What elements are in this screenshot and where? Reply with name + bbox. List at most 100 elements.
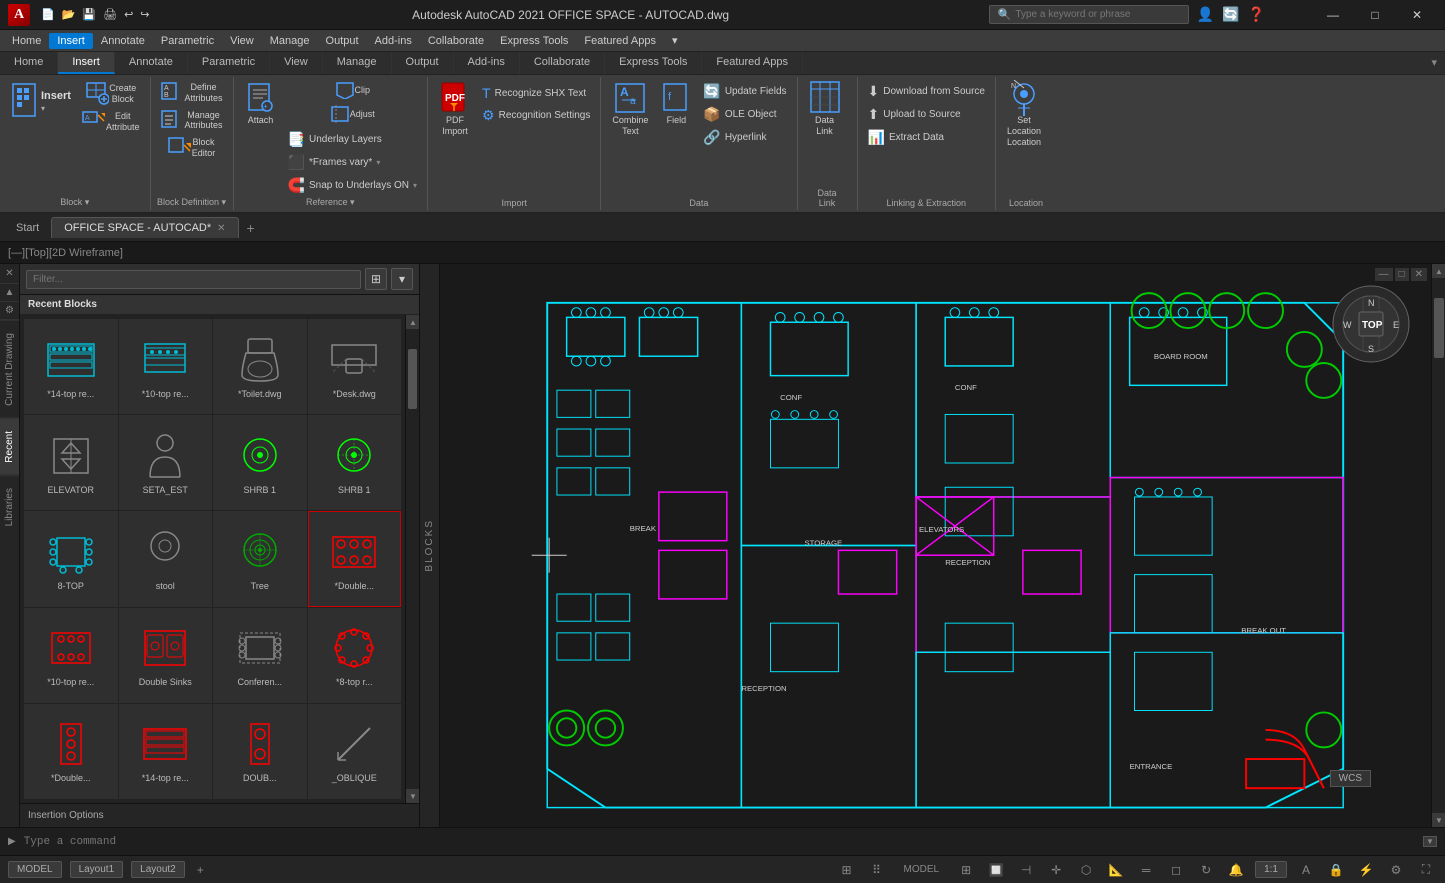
edit-attribute-button[interactable]: A EditAttribute [78, 108, 144, 135]
scroll-right-up[interactable]: ▲ [1432, 264, 1445, 278]
ole-object-button[interactable]: 📦 OLE Object [699, 104, 790, 125]
insertion-options-footer[interactable]: Insertion Options [20, 803, 419, 827]
object-snap-toggle[interactable]: ⬡ [1075, 859, 1097, 881]
side-tab-recent[interactable]: Recent [0, 418, 19, 475]
tab-home[interactable]: Home [0, 52, 58, 74]
tab-annotate[interactable]: Annotate [115, 52, 188, 74]
search-box[interactable]: 🔍 Type a keyword or phrase [989, 5, 1189, 24]
upload-to-source-button[interactable]: ⬆ Upload to Source [864, 104, 989, 125]
settings-icon[interactable]: ⚙ [0, 302, 19, 320]
layout2-tab[interactable]: Layout2 [131, 861, 185, 878]
start-tab[interactable]: Start [4, 218, 51, 238]
panel-scrollbar[interactable]: ▲ ▼ [405, 315, 419, 803]
selection-cycle[interactable]: ↻ [1195, 859, 1217, 881]
filter-input[interactable] [26, 270, 361, 289]
menu-addins[interactable]: Add-ins [367, 33, 420, 49]
full-screen[interactable]: ⛶ [1415, 859, 1437, 881]
menu-parametric[interactable]: Parametric [153, 33, 222, 49]
viewport-scale[interactable]: 1:1 [1255, 861, 1287, 878]
block-item-toilet[interactable]: *Toilet.dwg [213, 319, 307, 414]
quick-access-open[interactable]: 📂 [59, 6, 79, 23]
snap-to-underlays-button[interactable]: 🧲 Snap to Underlays ON ▾ [284, 175, 422, 196]
set-location-button[interactable]: N SetLocationLocation [1002, 79, 1046, 150]
customize-button[interactable]: ⚙ [1385, 859, 1407, 881]
menu-manage[interactable]: Manage [262, 33, 318, 49]
menu-home[interactable]: Home [4, 33, 49, 49]
block-item-conference[interactable]: Conferen... [213, 608, 307, 703]
close-panel-icon[interactable]: ✕ [0, 264, 19, 284]
adjust-button[interactable]: Adjust [284, 103, 422, 125]
snap-grid-icon[interactable]: ⊞ [836, 859, 858, 881]
side-tab-libraries[interactable]: Libraries [0, 475, 19, 538]
block-item-double-sinks[interactable]: Double Sinks [119, 608, 213, 703]
polar-toggle[interactable]: ✛ [1045, 859, 1067, 881]
insert-button[interactable]: Insert ▾ [6, 79, 76, 123]
attach-button[interactable]: + Attach [240, 79, 282, 129]
ortho-toggle[interactable]: ⊣ [1015, 859, 1037, 881]
underlay-layers-button[interactable]: 📑 Underlay Layers [284, 129, 422, 150]
update-fields-button[interactable]: 🔄 Update Fields [699, 81, 790, 102]
quick-access-undo[interactable]: ↩ [121, 6, 136, 23]
block-item-stool[interactable]: stool [119, 511, 213, 606]
pdf-import-button[interactable]: PDF PDFImport [434, 79, 476, 140]
viewport-restore[interactable]: □ [1395, 268, 1409, 281]
cmd-arrow[interactable]: ▼ [1423, 836, 1437, 847]
block-item-desk[interactable]: *Desk.dwg [308, 319, 402, 414]
user-icon[interactable]: 👤 [1197, 6, 1214, 23]
menu-output[interactable]: Output [318, 33, 367, 49]
tab-output[interactable]: Output [392, 52, 454, 74]
layout1-tab[interactable]: Layout1 [70, 861, 124, 878]
tab-view[interactable]: View [270, 52, 323, 74]
scroll-right-down[interactable]: ▼ [1432, 813, 1445, 827]
tab-close-icon[interactable]: ✕ [217, 223, 225, 234]
define-attributes-button[interactable]: A B DefineAttributes [157, 79, 227, 106]
ribbon-expand-btn[interactable]: ▾ [1423, 52, 1445, 74]
quick-access-print[interactable]: 🖨 [100, 6, 120, 23]
quick-access-new[interactable]: 📄 [38, 6, 58, 23]
block-item-oblique[interactable]: _OBLIQUE [308, 704, 402, 799]
tab-featured[interactable]: Featured Apps [702, 52, 803, 74]
manage-attributes-button[interactable]: ManageAttributes [157, 107, 227, 134]
recognition-settings-button[interactable]: ⚙ Recognition Settings [478, 105, 594, 126]
block-item-8top-circle[interactable]: *8-top r... [308, 608, 402, 703]
block-item-elevator[interactable]: ELEVATOR [24, 415, 118, 510]
right-scroll-thumb[interactable] [1434, 298, 1444, 358]
help-icon[interactable]: ❓ [1248, 6, 1265, 23]
tab-collaborate[interactable]: Collaborate [520, 52, 605, 74]
combine-text-button[interactable]: A a CombineText [607, 79, 653, 140]
lineweight-toggle[interactable]: ═ [1135, 859, 1157, 881]
lock-vp-scale[interactable]: 🔒 [1325, 859, 1347, 881]
block-item-tree[interactable]: Tree [213, 511, 307, 606]
block-item-14top[interactable]: *14-top re... [24, 319, 118, 414]
right-scrollbar[interactable]: ▲ ▼ [1431, 264, 1445, 827]
side-tab-current-drawing[interactable]: Current Drawing [0, 320, 19, 418]
maximize-button[interactable]: □ [1355, 0, 1395, 30]
menu-express[interactable]: Express Tools [492, 33, 576, 49]
block-item-8top[interactable]: 8-TOP [24, 511, 118, 606]
transparency-toggle[interactable]: ◻ [1165, 859, 1187, 881]
menu-collaborate[interactable]: Collaborate [420, 33, 492, 49]
new-tab-button[interactable]: + [239, 216, 263, 240]
tab-addins[interactable]: Add-ins [454, 52, 520, 74]
create-block-button[interactable]: CreateBlock [78, 79, 144, 107]
block-editor-button[interactable]: BlockEditor [157, 134, 227, 161]
tab-insert[interactable]: Insert [58, 52, 115, 74]
scroll-up-arrow[interactable]: ▲ [406, 315, 419, 329]
block-item-shrb1a[interactable]: SHRB 1 [213, 415, 307, 510]
tab-express[interactable]: Express Tools [605, 52, 702, 74]
block-item-double-red[interactable]: *Double... [308, 511, 402, 606]
scroll-down-arrow[interactable]: ▼ [406, 789, 419, 803]
menu-more[interactable]: ▾ [664, 32, 686, 49]
command-input[interactable] [24, 836, 1423, 848]
hardware-accel[interactable]: ⚡ [1355, 859, 1377, 881]
drawing-area[interactable]: BOARD ROOM [440, 264, 1431, 827]
scroll-thumb[interactable] [408, 349, 417, 409]
block-item-shrb1b[interactable]: SHRB 1 [308, 415, 402, 510]
sync-icon[interactable]: 🔄 [1222, 6, 1239, 23]
nav-up-icon[interactable]: ▲ [0, 284, 19, 302]
recognize-shx-button[interactable]: T Recognize SHX Text [478, 83, 594, 103]
dynamic-input-toggle[interactable]: 📐 [1105, 859, 1127, 881]
block-item-seta[interactable]: SETA_EST [119, 415, 213, 510]
quick-access-redo[interactable]: ↪ [137, 6, 152, 23]
tab-parametric[interactable]: Parametric [188, 52, 270, 74]
